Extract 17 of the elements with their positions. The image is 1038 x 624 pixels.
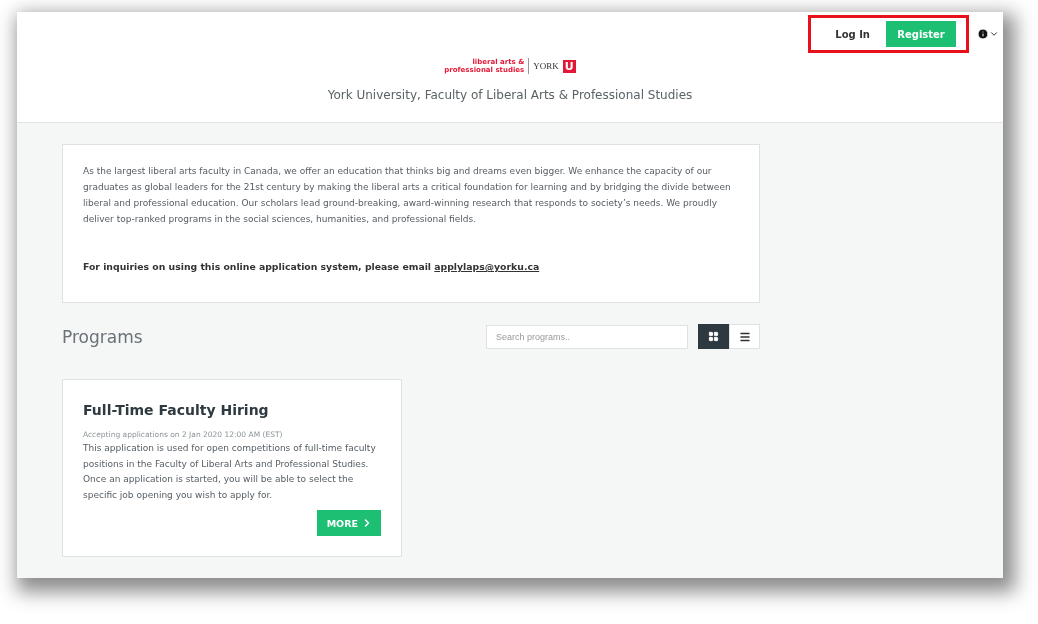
view-toggle[interactable] <box>698 324 729 349</box>
grid-icon <box>708 331 719 342</box>
login-link[interactable]: Log In <box>825 22 880 46</box>
logo-mark: U <box>562 59 576 73</box>
programs-heading: Programs <box>62 326 144 347</box>
list-icon <box>738 330 751 343</box>
info-icon <box>977 28 989 40</box>
program-title: Full-Time Faculty Hiring <box>83 402 270 418</box>
program-description: This application is used for open competitions of full-time faculty positions in the Faculty of Liberal Arts and Professional Studies. Once an application is started, you will be able to select the specific job opening you wish to apply for. <box>83 442 377 502</box>
search-field[interactable]: Search programs.. <box>486 324 688 349</box>
faculty-title: York University, Faculty of Liberal Arts & Professional Studies <box>327 88 693 102</box>
logo-wordmark: YORK <box>533 61 559 71</box>
email-link[interactable]: applylaps@yorku.ca <box>434 261 540 272</box>
info-menu-button[interactable] <box>977 28 999 40</box>
caret-icon <box>989 29 999 39</box>
intro-paragraph: As the largest liberal arts faculty in Canada, we offer an education that thinks big and dreams even bigger. We enhance the capacity of our graduates as global leaders for the 21st century by making the liberal arts a critical foundation for learning and by bridging the divide between liberal and professional education. Our scholars lead ground-breaking, award-winning research that responds to society’s needs. We proudly deliver top-ranked programs in the social sciences, humanities, and professional fields. <box>83 165 732 226</box>
inquiry-text: For inquiries on using this online application system, please email applylaps@yorku.ca <box>83 261 541 272</box>
